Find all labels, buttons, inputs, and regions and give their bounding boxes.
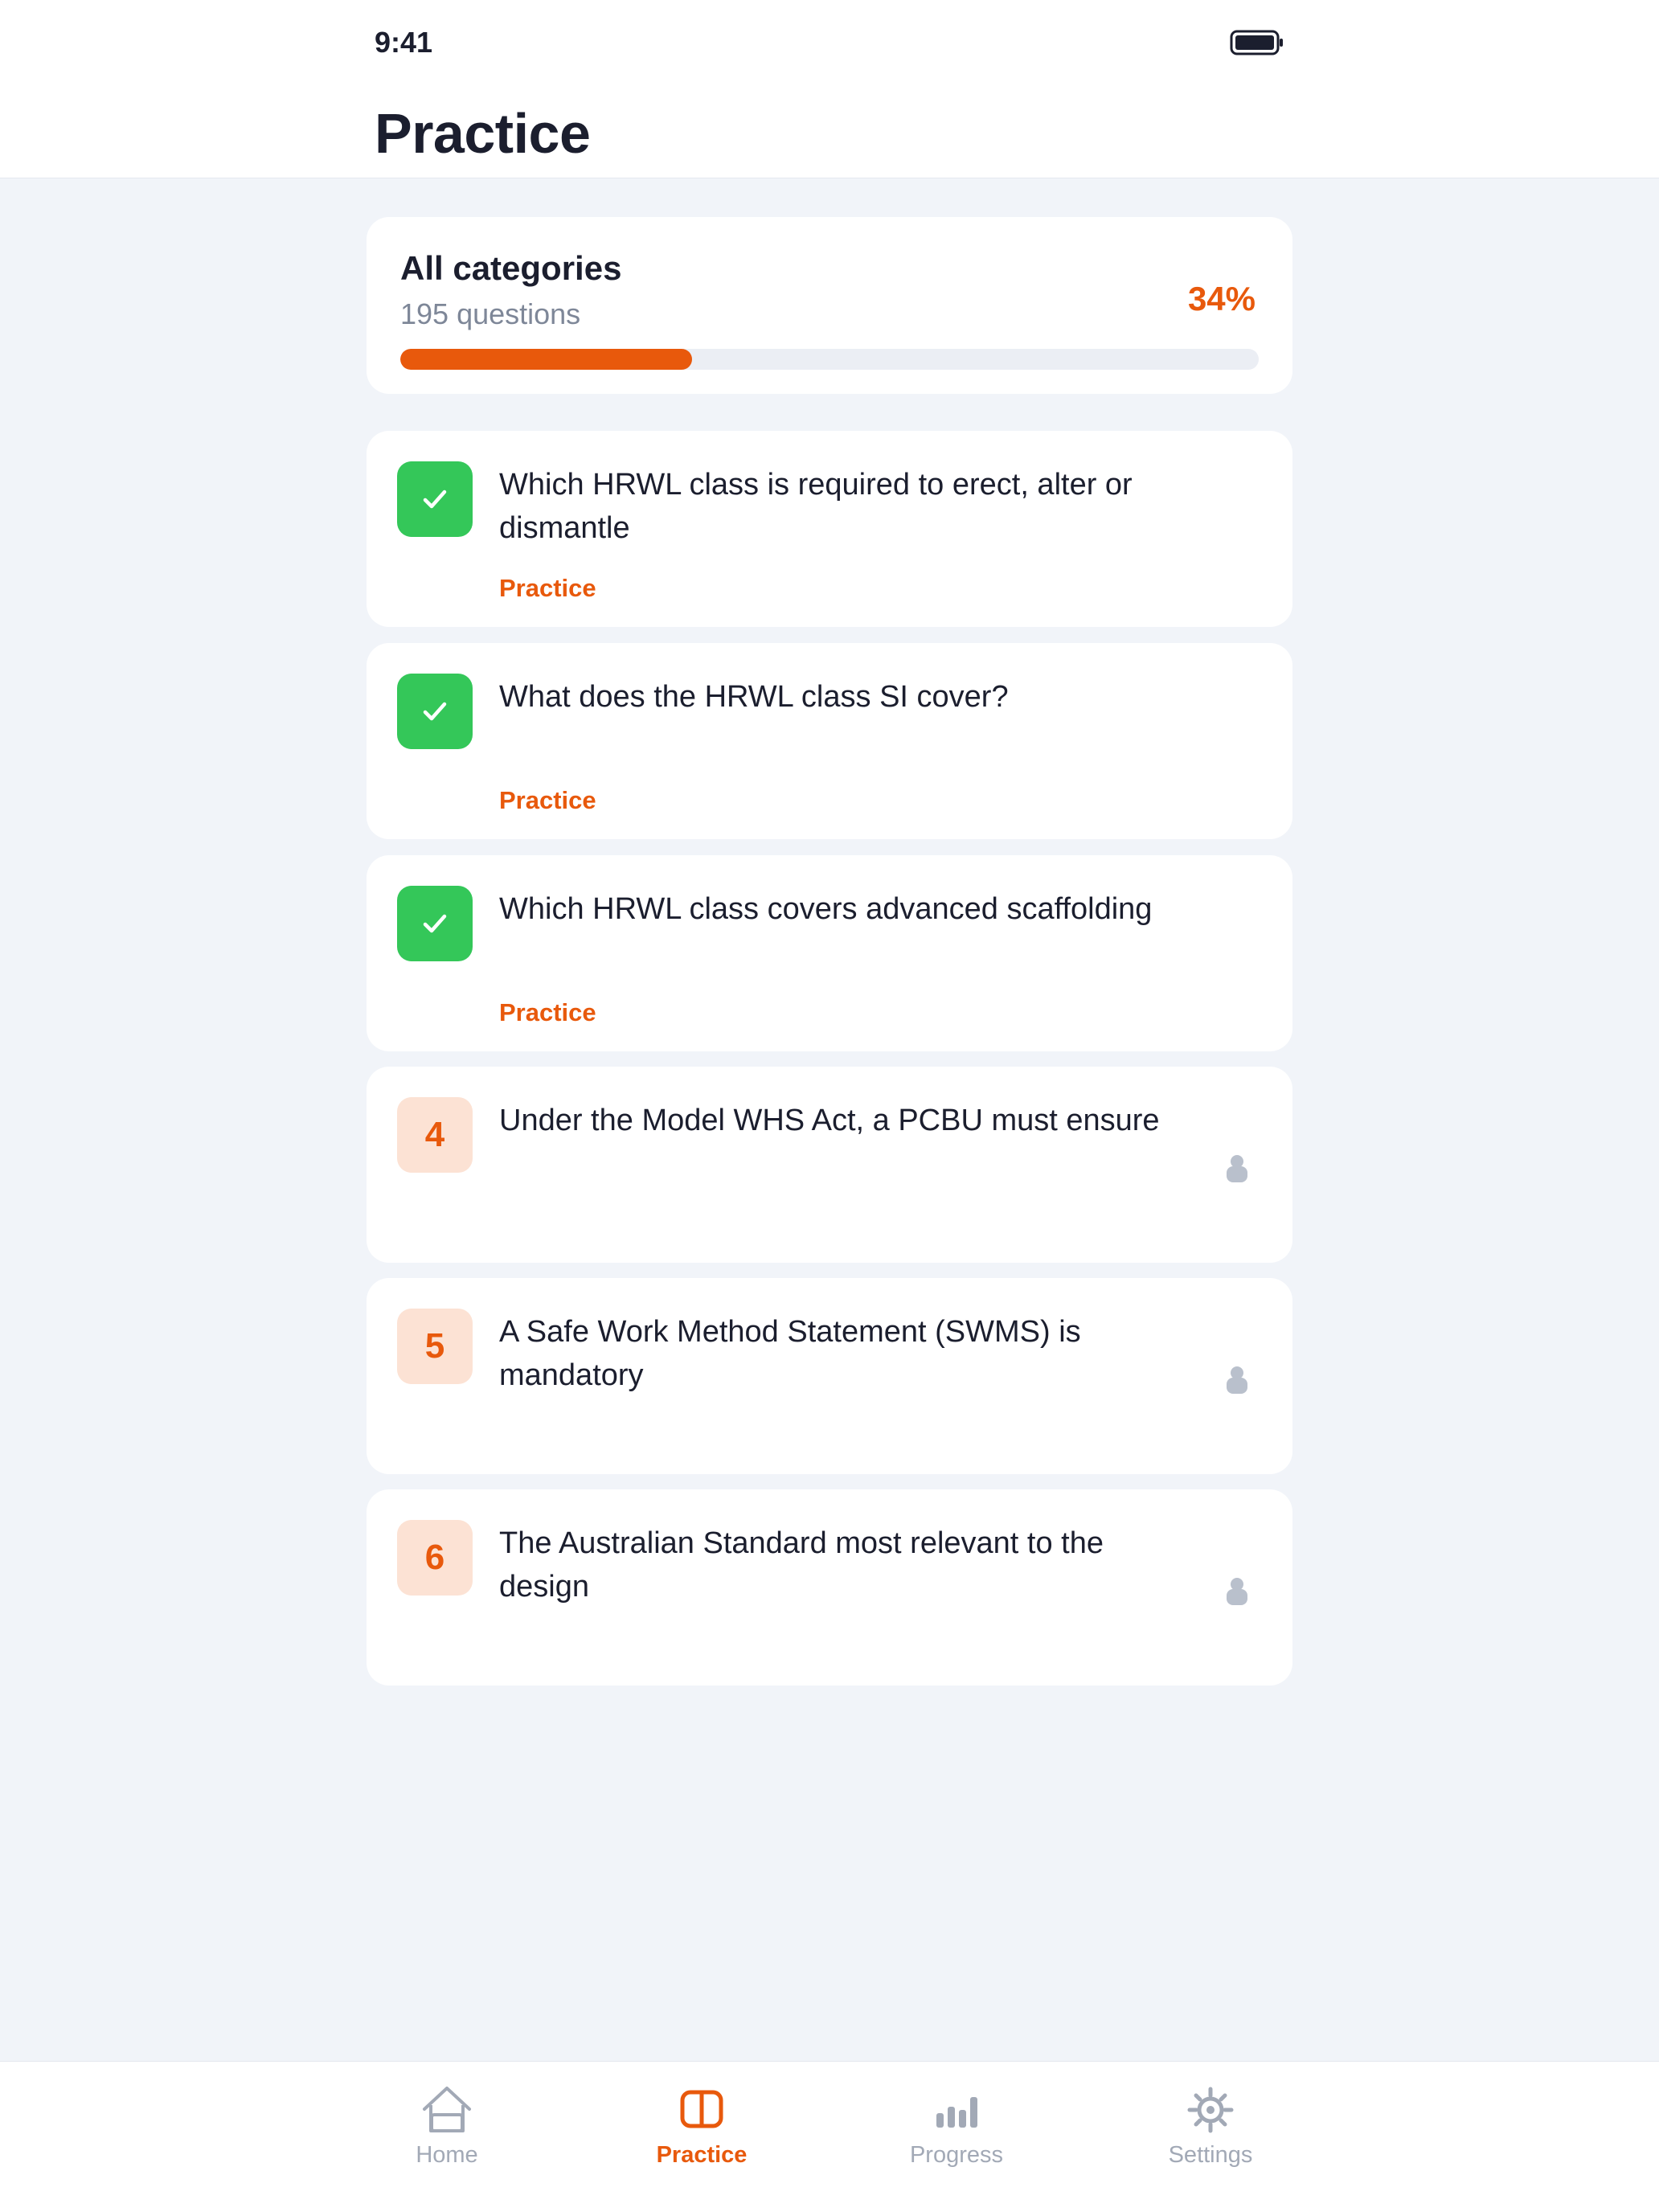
tab-bar: Home Practice Progress Settings [0,2061,1659,2212]
question-text: Which HRWL class is required to erect, a… [499,468,1133,545]
question-text: Under the Model WHS Act, a PCBU must ens… [499,1104,1160,1137]
number-badge: 5 [397,1309,473,1384]
progress-percent: 34% [1187,280,1256,317]
book-icon [680,2090,723,2128]
progress-bar [400,349,1259,370]
completed-badge [397,886,473,961]
tab-home[interactable]: Home [350,2062,543,2212]
practice-link[interactable]: Practice [499,574,596,603]
practice-link[interactable]: Practice [499,786,596,815]
question-number: 5 [424,1326,445,1366]
question-text: The Australian Standard most relevant to… [499,1526,1104,1604]
question-text: What does the HRWL class SI cover? [499,680,1009,714]
tab-label: Progress [909,2142,1004,2168]
number-badge: 6 [397,1520,473,1596]
header-area: 9:41 Practice [0,0,1659,178]
question-card[interactable]: Which HRWL class is required to erect, a… [367,431,1292,627]
lock-icon [1227,1366,1247,1394]
gear-icon [1187,2087,1234,2133]
battery-icon [1230,30,1283,55]
bar-chart-icon [936,2097,977,2128]
question-number: 6 [424,1538,445,1577]
home-icon [423,2087,471,2132]
question-card-locked[interactable]: 6 The Australian Standard most relevant … [367,1489,1292,1686]
status-time: 9:41 [375,26,433,59]
tab-label: Home [416,2142,478,2168]
question-card[interactable]: Which HRWL class covers advanced scaffol… [367,855,1292,1051]
page-title: Practice [375,102,591,165]
question-text: A Safe Work Method Statement (SWMS) is m… [499,1315,1081,1392]
checkmark-icon [423,702,447,721]
tab-progress[interactable]: Progress [860,2062,1053,2212]
question-count: 195 questions [400,297,581,330]
lock-icon [1227,1578,1247,1605]
checkmark-icon [423,914,447,933]
question-number: 4 [424,1115,445,1154]
summary-title: All categories [400,249,622,287]
question-text: Which HRWL class covers advanced scaffol… [499,892,1153,926]
practice-link[interactable]: Practice [499,998,596,1027]
tab-settings[interactable]: Settings [1114,2062,1307,2212]
question-card-locked[interactable]: 4 Under the Model WHS Act, a PCBU must e… [367,1067,1292,1263]
completed-badge [397,461,473,537]
tab-label: Settings [1168,2142,1253,2168]
completed-badge [397,674,473,749]
question-card[interactable]: What does the HRWL class SI cover? Pract… [367,643,1292,839]
progress-bar-fill [400,349,693,370]
lock-icon [1227,1155,1247,1182]
tab-practice[interactable]: Practice [605,2062,798,2212]
checkmark-icon [423,490,447,509]
tab-label: Practice [656,2142,748,2168]
number-badge: 4 [397,1097,473,1173]
category-summary-card[interactable]: All categories 195 questions 34% [367,217,1292,394]
question-card-locked[interactable]: 5 A Safe Work Method Statement (SWMS) is… [367,1278,1292,1474]
